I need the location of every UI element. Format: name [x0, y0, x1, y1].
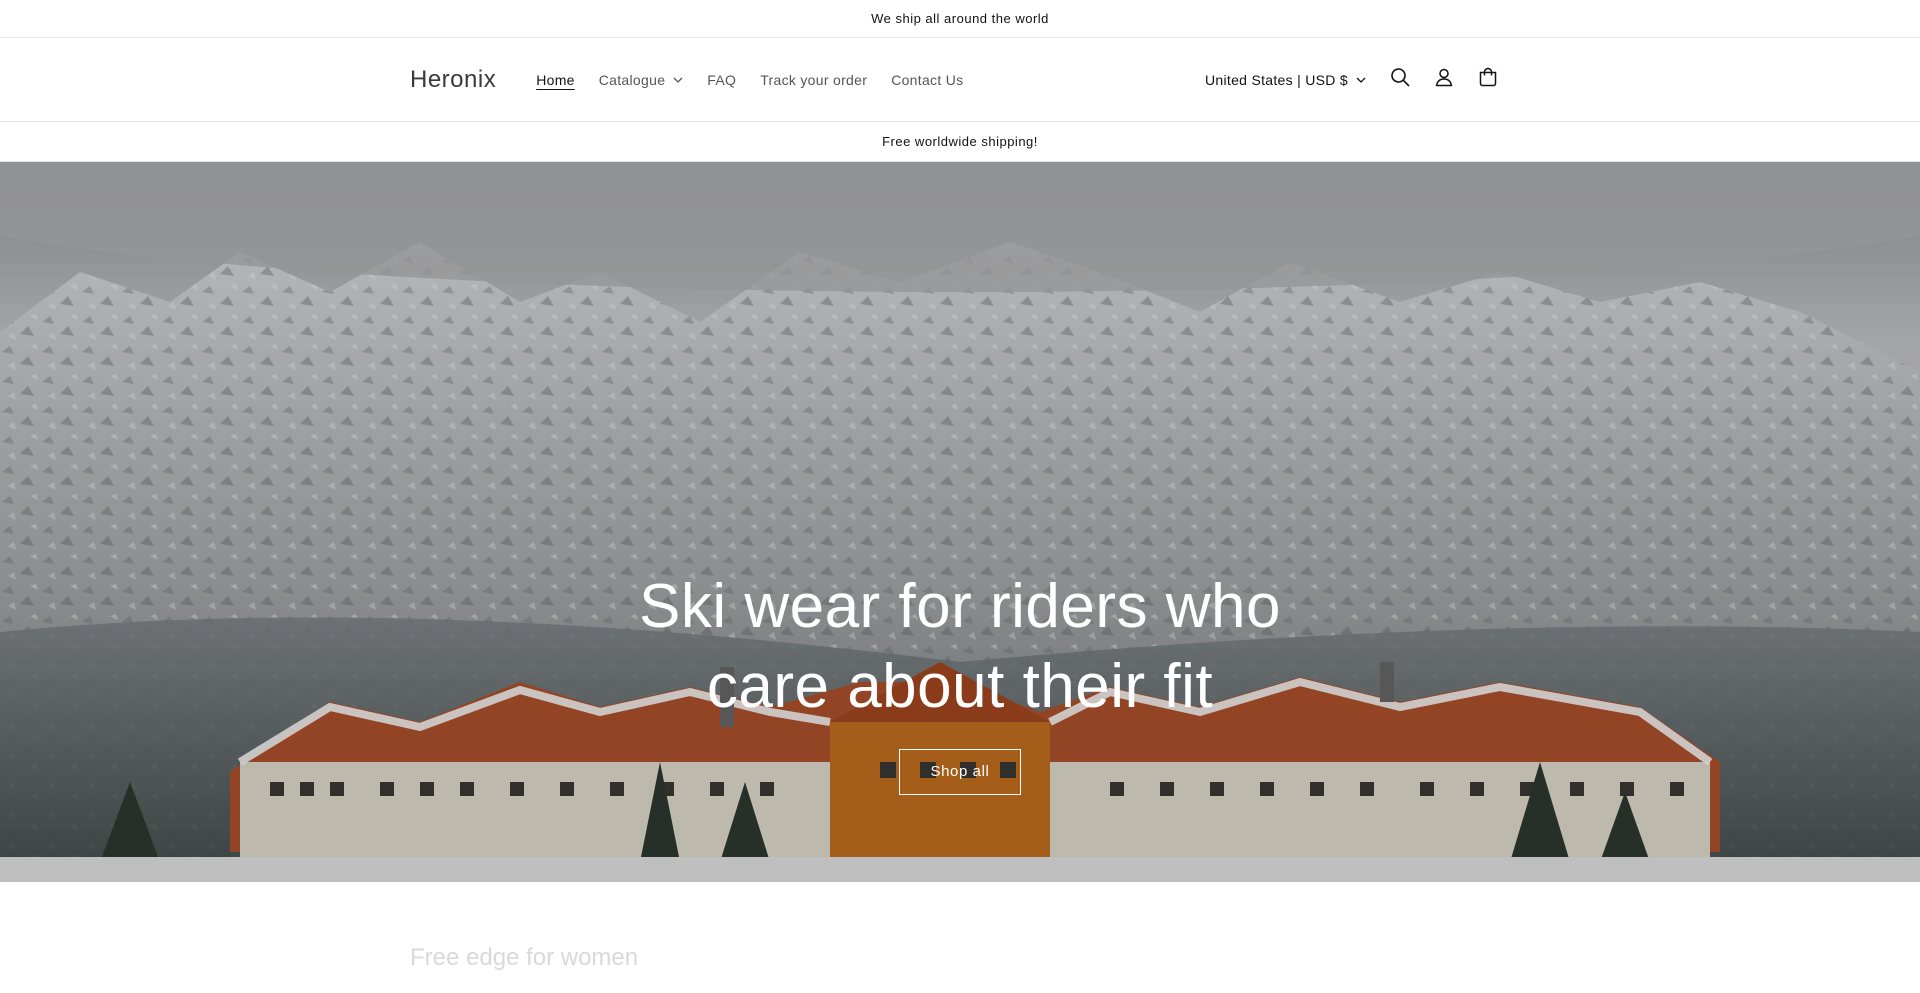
chevron-down-icon — [1356, 77, 1366, 83]
shipping-announcement-text: Free worldwide shipping! — [882, 134, 1038, 149]
next-section: Free edge for women — [0, 882, 1920, 993]
search-icon — [1390, 67, 1410, 92]
hero-content: Ski wear for riders who care about their… — [0, 567, 1920, 795]
nav-contact[interactable]: Contact Us — [891, 72, 963, 88]
account-button[interactable] — [1422, 58, 1466, 102]
currency-label: United States | USD $ — [1205, 71, 1348, 88]
account-icon — [1434, 67, 1454, 92]
announcement-text: We ship all around the world — [871, 11, 1049, 26]
nav-faq[interactable]: FAQ — [707, 72, 736, 88]
cart-button[interactable] — [1466, 58, 1510, 102]
hero-title: Ski wear for riders who care about their… — [638, 572, 1282, 721]
nav-contact-label: Contact Us — [891, 71, 964, 88]
hero-banner: Ski wear for riders who care about their… — [0, 162, 1920, 882]
chevron-down-icon — [673, 77, 683, 83]
announcement-bar: We ship all around the world — [0, 0, 1920, 38]
cart-icon — [1478, 67, 1498, 92]
nav-home-label: Home — [536, 71, 575, 88]
store-logo[interactable]: Heronix — [410, 66, 496, 94]
shop-all-button[interactable]: Shop all — [899, 749, 1021, 795]
shipping-announcement-bar: Free worldwide shipping! — [0, 122, 1920, 162]
section-heading: Free edge for women — [410, 944, 639, 971]
site-header: Heronix Home Catalogue FAQ Track your or… — [0, 38, 1920, 122]
nav-home[interactable]: Home — [536, 72, 575, 88]
country-currency-selector[interactable]: United States | USD $ — [1205, 72, 1366, 88]
nav-track-order-label: Track your order — [760, 71, 868, 88]
nav-catalogue[interactable]: Catalogue — [599, 72, 684, 88]
nav-faq-label: FAQ — [707, 71, 737, 88]
nav-catalogue-label: Catalogue — [598, 71, 666, 88]
main-nav: Home Catalogue FAQ Track your order Cont… — [524, 72, 975, 88]
search-button[interactable] — [1378, 58, 1422, 102]
nav-track-order[interactable]: Track your order — [760, 72, 867, 88]
